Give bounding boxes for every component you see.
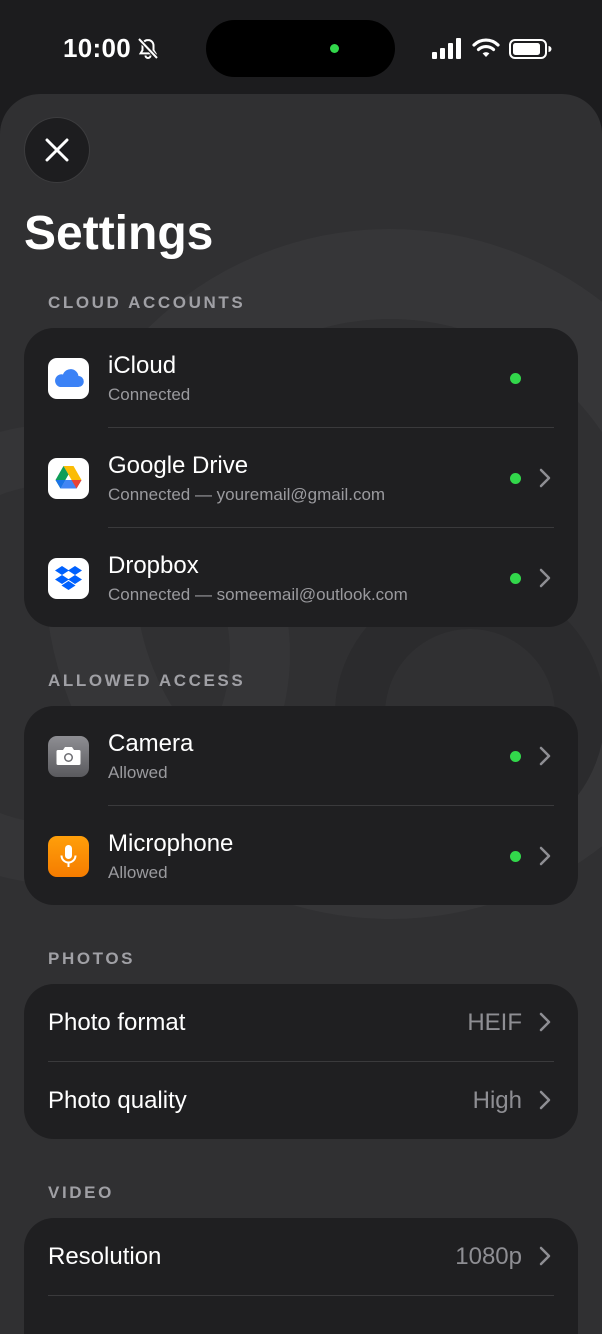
access-camera[interactable]: Camera Allowed	[24, 706, 578, 806]
connected-status-dot	[510, 573, 521, 584]
row-value: 1080p	[455, 1243, 522, 1270]
dynamic-island	[206, 20, 395, 77]
allowed-access-card: Camera Allowed Microphone Allowed	[24, 706, 578, 905]
section-header-allowed-access: ALLOWED ACCESS	[48, 671, 246, 690]
row-label: Resolution	[48, 1243, 162, 1270]
section-header-video: VIDEO	[48, 1183, 114, 1202]
page-title: Settings	[24, 207, 214, 260]
row-label: Photo format	[48, 1009, 186, 1036]
connected-status-dot	[510, 373, 521, 384]
microphone-icon	[48, 836, 89, 877]
connected-status-dot	[510, 473, 521, 484]
close-button[interactable]	[25, 118, 89, 182]
photo-quality-row[interactable]: Photo quality High	[24, 1062, 578, 1139]
section-header-cloud-accounts: CLOUD ACCOUNTS	[48, 293, 246, 312]
icloud-icon	[48, 358, 89, 399]
row-label: Camera	[108, 730, 194, 757]
bell-muted-icon	[137, 37, 159, 60]
photos-card: Photo format HEIF Photo quality High	[24, 984, 578, 1139]
allowed-status-dot	[510, 851, 521, 862]
row-status: Connected — youremail@gmail.com	[108, 485, 386, 504]
row-label: iCloud	[108, 352, 177, 379]
row-status: Connected — someemail@outlook.com	[108, 585, 408, 604]
cellular-signal-icon	[432, 38, 461, 59]
chevron-right-icon	[539, 746, 551, 766]
allowed-status-dot	[510, 751, 521, 762]
status-time: 10:00	[63, 33, 131, 63]
cloud-account-icloud[interactable]: iCloud Connected	[24, 328, 578, 428]
cloud-account-dropbox[interactable]: Dropbox Connected — someemail@outlook.co…	[24, 528, 578, 627]
close-icon	[45, 138, 69, 162]
battery-icon	[509, 39, 552, 59]
row-label: Dropbox	[108, 552, 199, 579]
row-value: High	[472, 1087, 522, 1114]
cloud-account-google-drive[interactable]: Google Drive Connected — youremail@gmail…	[24, 428, 578, 528]
section-header-photos: PHOTOS	[48, 949, 136, 968]
row-status: Allowed	[108, 763, 168, 782]
row-status: Allowed	[108, 863, 168, 882]
row-label: Photo quality	[48, 1087, 187, 1114]
photo-format-row[interactable]: Photo format HEIF	[24, 984, 578, 1062]
chevron-right-icon	[539, 1012, 551, 1032]
camera-icon	[48, 736, 89, 777]
row-divider	[48, 1295, 554, 1296]
chevron-right-icon	[539, 468, 551, 488]
cloud-accounts-card: iCloud Connected Google Drive Connected …	[24, 328, 578, 627]
dropbox-icon	[48, 558, 89, 599]
google-drive-icon	[48, 458, 89, 499]
resolution-row[interactable]: Resolution 1080p	[24, 1218, 578, 1296]
wifi-icon	[472, 38, 500, 57]
access-microphone[interactable]: Microphone Allowed	[24, 806, 578, 905]
chevron-right-icon	[539, 846, 551, 866]
row-label: Google Drive	[108, 452, 249, 479]
status-bar: 10:00	[0, 0, 602, 95]
row-value: HEIF	[467, 1009, 522, 1036]
settings-sheet: Settings CLOUD ACCOUNTS iCloud Connected	[0, 94, 602, 1334]
chevron-right-icon	[539, 568, 551, 588]
camera-indicator-dot	[330, 44, 339, 53]
row-status: Connected	[108, 385, 191, 404]
chevron-right-icon	[539, 1090, 551, 1110]
chevron-right-icon	[539, 1246, 551, 1266]
video-card: Resolution 1080p	[24, 1218, 578, 1334]
row-label: Microphone	[108, 830, 234, 857]
